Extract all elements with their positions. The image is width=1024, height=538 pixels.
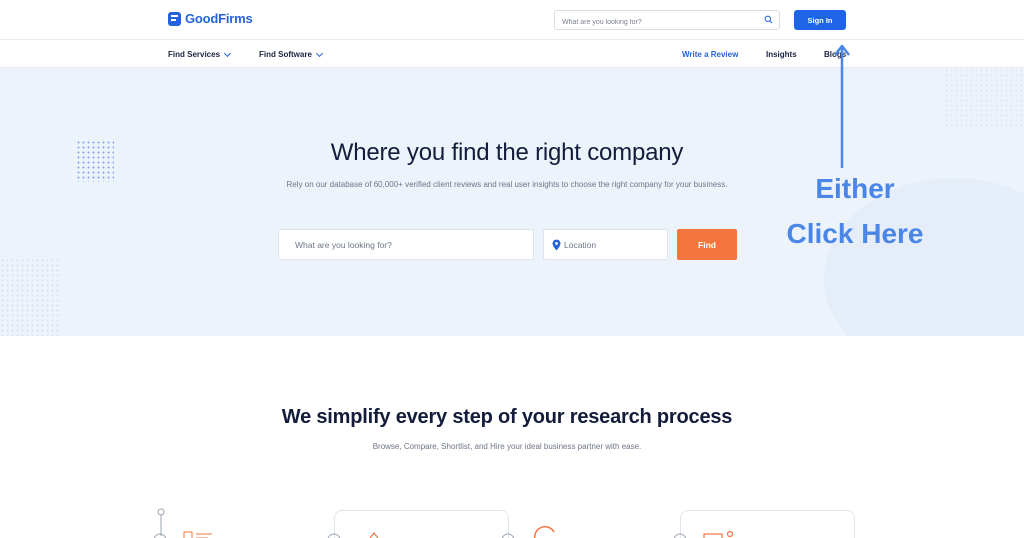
hero-title: Where you find the right company (330, 139, 684, 166)
chevron-down-icon (315, 49, 323, 57)
nav-find-software-label: Find Software (259, 50, 312, 59)
chevron-down-icon (223, 49, 232, 57)
browse-illustration-icon (153, 508, 212, 538)
nav-find-services[interactable]: Find Services (168, 49, 232, 59)
top-bar: GoodFirms Sign In (0, 0, 1024, 40)
search-icon[interactable] (764, 15, 773, 24)
hero-search-input[interactable] (279, 230, 519, 259)
location-box (543, 229, 668, 260)
dot-pattern-decoration (0, 258, 60, 336)
annotation-line-2: Click Here (786, 218, 924, 249)
dot-pattern-decoration (944, 68, 1024, 128)
compare-illustration-icon (327, 526, 555, 538)
nav-find-services-label: Find Services (168, 50, 221, 59)
process-title: We simplify every step of your research … (281, 406, 733, 428)
header-search-input[interactable] (555, 13, 755, 32)
sign-in-button[interactable]: Sign In (794, 10, 846, 30)
location-input[interactable] (564, 230, 664, 259)
process-subtitle: Browse, Compare, Shortlist, and Hire you… (372, 442, 642, 451)
location-pin-icon (552, 239, 561, 250)
nav-insights[interactable]: Insights (766, 50, 797, 59)
hire-illustration-icon (673, 530, 734, 538)
header-search-box (554, 10, 780, 32)
annotation-line-1: Either (815, 173, 895, 204)
main-nav: Find Services Find Software Write a Revi… (0, 41, 1024, 68)
nav-write-review[interactable]: Write a Review (682, 50, 738, 59)
logo-text: GoodFirms (185, 11, 253, 26)
hero-search-box (278, 229, 534, 260)
arrow-up-icon (834, 44, 850, 168)
find-button[interactable]: Find (677, 229, 737, 260)
nav-find-software[interactable]: Find Software (259, 49, 323, 59)
goodfirms-logo[interactable]: GoodFirms (168, 11, 253, 26)
goodfirms-logo-icon (168, 11, 181, 26)
